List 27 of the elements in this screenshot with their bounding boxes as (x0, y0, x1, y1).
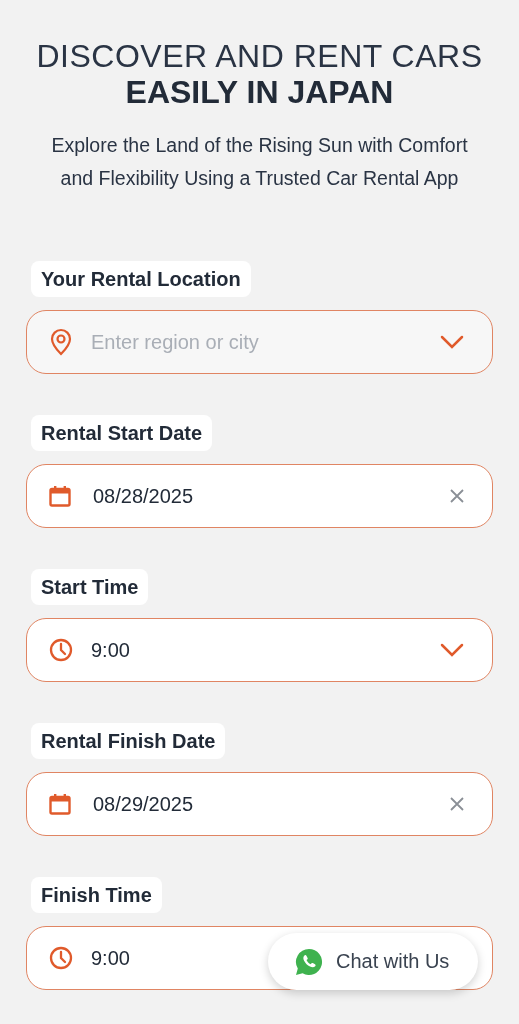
heading-line: DISCOVER AND RENT CARS (35, 38, 484, 74)
chevron-down-icon[interactable] (440, 335, 464, 349)
time-field[interactable]: 9:00 (26, 618, 493, 682)
pin-icon (49, 328, 73, 356)
date-field[interactable]: 08/29/2025 (26, 772, 493, 836)
chevron-down-icon[interactable] (440, 643, 464, 657)
clear-icon[interactable] (450, 489, 464, 503)
field-value: 9:00 (91, 946, 130, 970)
calendar-icon (49, 793, 71, 815)
field-label: Rental Start Date (31, 415, 213, 451)
calendar-icon (49, 485, 71, 507)
clock-icon (49, 946, 73, 970)
field-label: Your Rental Location (31, 261, 251, 297)
field-value: 9:00 (91, 638, 130, 662)
field-value: 08/29/2025 (93, 792, 194, 816)
field-label: Start Time (31, 569, 149, 605)
heading-line: EASILY IN JAPAN (124, 74, 395, 110)
chat-bubble-icon (294, 946, 324, 977)
field-label: Rental Finish Date (31, 723, 226, 759)
clear-icon[interactable] (450, 797, 464, 811)
placeholder-text: Enter region or city (91, 330, 259, 354)
field-label: Finish Time (31, 877, 162, 913)
subtitle: Explore the Land of the Rising Sun with Comfort and Flexibility Using a Trusted Car Rental App (50, 133, 469, 191)
chat-button[interactable]: Chat with Us (268, 933, 478, 990)
date-field[interactable]: 08/28/2025 (26, 464, 493, 528)
field-value: 08/28/2025 (93, 484, 194, 508)
clock-icon (49, 638, 73, 662)
